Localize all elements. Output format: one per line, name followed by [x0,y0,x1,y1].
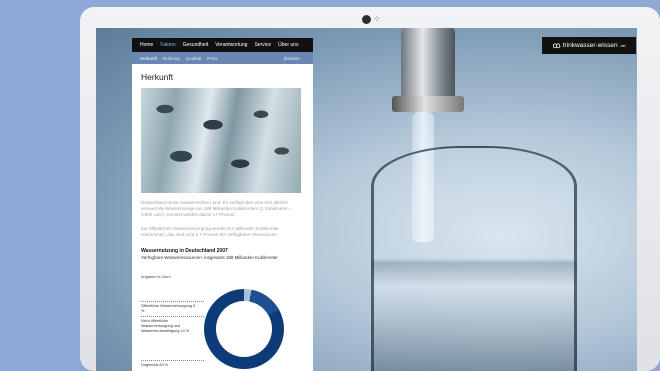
faucet-tip [392,96,464,112]
main-nav: Home Fakten Gesundheit Verantwortung Ser… [132,38,313,52]
subnav-item-qualitaet[interactable]: Qualität [186,56,202,61]
supply-paragraph: Zur öffentlichen Wasserversorgung werden… [141,226,279,237]
laptop-frame: ⁘ ꝏ trinkwasser-wissen .net Home Fakten G… [80,7,660,371]
page-title: Herkunft [141,72,174,82]
water-glass-image [371,146,577,371]
site-logo[interactable]: ꝏ trinkwasser-wissen .net [542,37,636,54]
nav-item-fakten[interactable]: Fakten [160,42,175,48]
leader-line [141,316,204,317]
sensor-icon: ⁘ [373,14,380,24]
logo-text: trinkwasser-wissen [562,42,618,49]
logo-suffix: .net [619,43,626,48]
subnav-item-nutzung[interactable]: Nutzung [163,56,180,61]
print-button[interactable]: drucken [270,52,313,64]
chart-title: Wassernutzung in Deutschland 2007 [141,248,228,254]
donut-hole [216,301,272,357]
chart-subtitle: Verfügbare Wasserressourcen: insgesamt 1… [141,255,278,260]
river-rocks-image [141,88,301,193]
nav-item-home[interactable]: Home [140,42,153,48]
nav-item-service[interactable]: Service [254,42,271,48]
nav-item-verantwortung[interactable]: Verantwortung [215,42,247,48]
content-panel: Herkunft Deutschland ist ein wasserreich… [132,64,313,371]
leader-line [141,301,204,302]
nav-item-ueber-uns[interactable]: Über uns [278,42,298,48]
subnav-item-preis[interactable]: Preis [207,56,217,61]
screen: ꝏ trinkwasser-wissen .net Home Fakten Ges… [96,28,637,371]
drops-icon: ꝏ [552,41,561,50]
sub-nav: Herkunft Nutzung Qualität Preis [132,52,270,64]
unit-note: Angaben in Litern [141,275,171,279]
leader-line [141,360,204,361]
slice-label-public: Öffentliche Wasserversorgung 3 % [141,304,196,313]
slice-label-nonpublic: Nicht öffentliche Wasserversorgung und W… [141,319,190,333]
camera-icon [362,15,371,24]
subnav-item-herkunft[interactable]: Herkunft [140,56,157,61]
nav-item-gesundheit[interactable]: Gesundheit [183,42,209,48]
intro-paragraph: Deutschland ist ein wasserreiches Land. … [141,200,292,217]
slice-label-unused: Ungenutzt 83 % [141,363,169,367]
